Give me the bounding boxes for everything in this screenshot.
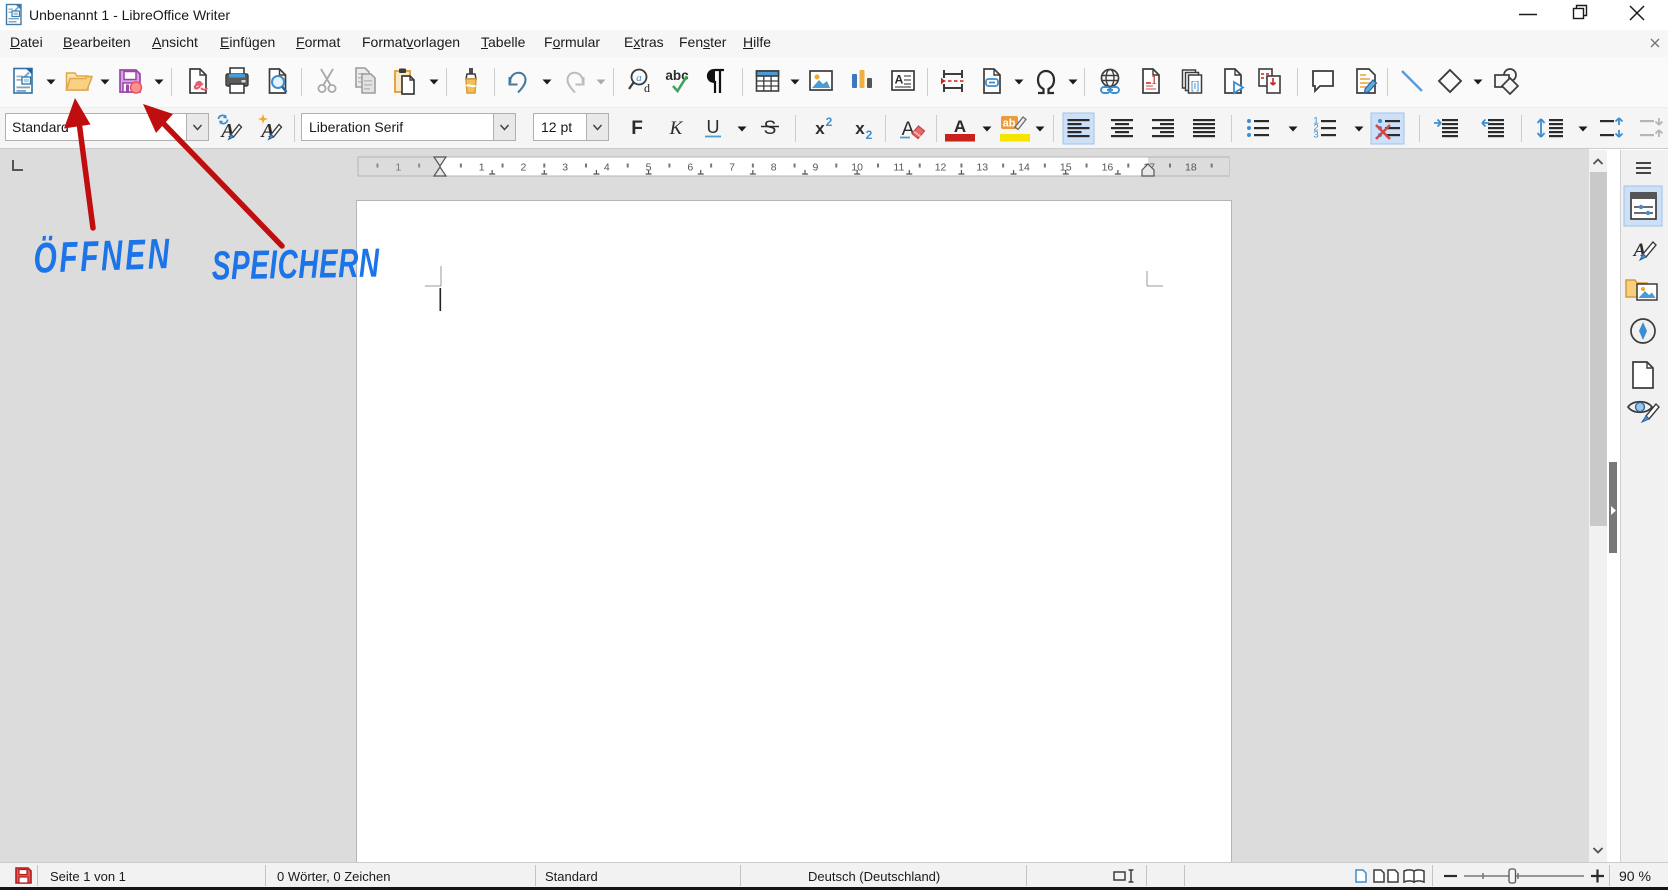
svg-text:S: S xyxy=(764,118,777,139)
svg-text:2: 2 xyxy=(866,128,873,142)
svg-text:2: 2 xyxy=(521,162,527,174)
svg-text:6: 6 xyxy=(687,162,693,174)
svg-text:x: x xyxy=(855,119,865,138)
svg-text:16: 16 xyxy=(1102,162,1114,174)
svg-text:12: 12 xyxy=(935,162,947,174)
svg-text:2: 2 xyxy=(826,115,833,129)
svg-text:ab: ab xyxy=(1003,118,1016,130)
svg-text:U: U xyxy=(707,117,720,137)
svg-text:18: 18 xyxy=(1185,162,1197,174)
svg-text:a: a xyxy=(636,72,642,84)
svg-text:3: 3 xyxy=(562,162,568,174)
svg-text:A: A xyxy=(954,117,966,136)
svg-text:A: A xyxy=(895,73,904,87)
svg-text:[i]: [i] xyxy=(1191,80,1200,92)
svg-text:F: F xyxy=(631,118,643,139)
svg-text:14: 14 xyxy=(1018,162,1030,174)
svg-text:abc: abc xyxy=(665,68,689,83)
svg-text:7: 7 xyxy=(729,162,735,174)
svg-text:K: K xyxy=(669,118,684,139)
svg-text:9: 9 xyxy=(813,162,819,174)
svg-text:3: 3 xyxy=(1313,130,1318,141)
svg-text:4: 4 xyxy=(604,162,610,174)
svg-text:11: 11 xyxy=(893,162,904,174)
svg-text:13: 13 xyxy=(976,162,988,174)
svg-text:8: 8 xyxy=(771,162,777,174)
svg-text:x: x xyxy=(815,119,825,138)
svg-text:1: 1 xyxy=(1151,72,1158,87)
svg-text:d: d xyxy=(644,81,650,95)
